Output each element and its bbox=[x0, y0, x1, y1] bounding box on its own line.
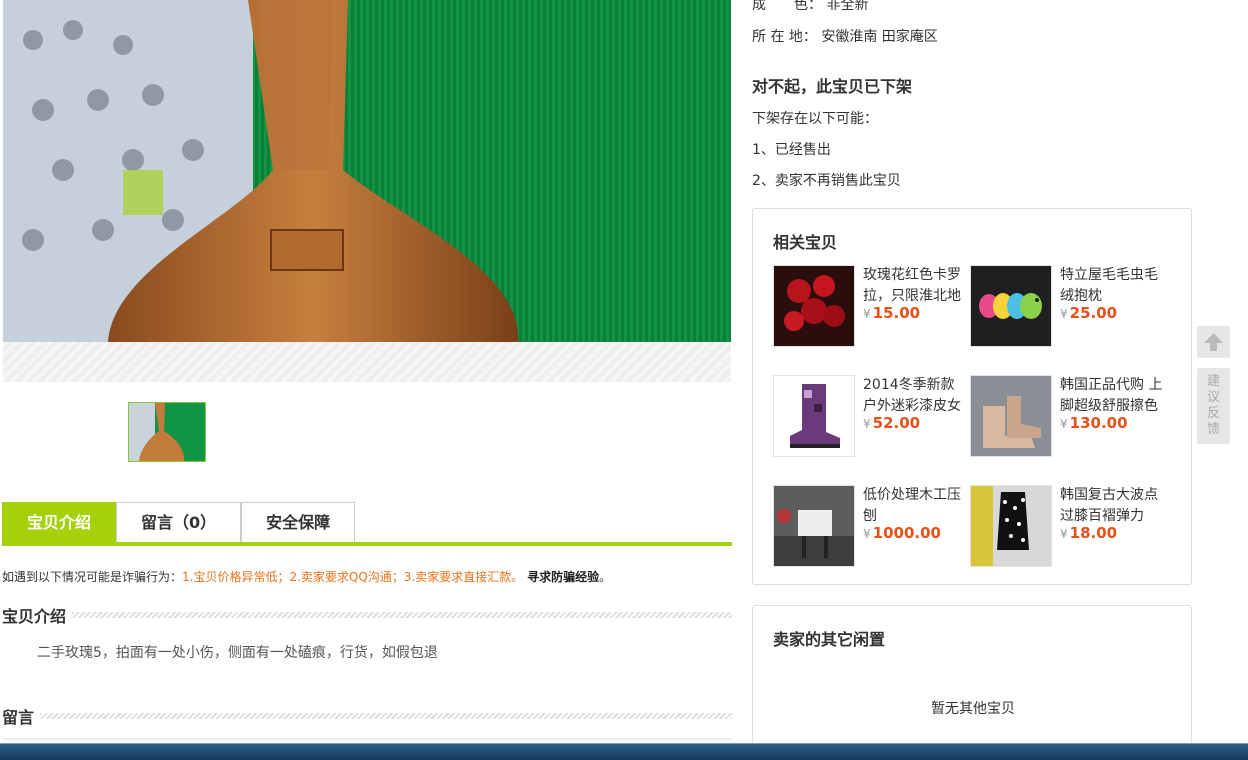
item-image[interactable] bbox=[970, 265, 1052, 347]
tab-description[interactable]: 宝贝介绍 bbox=[2, 502, 117, 542]
seller-other-empty: 暂无其他宝贝 bbox=[931, 701, 1015, 717]
messages-divider bbox=[2, 738, 732, 740]
location-row: 所 在 地： 安徽淮南 田家庵区 bbox=[752, 26, 938, 46]
item-name[interactable]: 玫瑰花红色卡罗拉，只限淮北地 bbox=[863, 265, 967, 307]
os-taskbar bbox=[0, 743, 1248, 760]
item-image[interactable] bbox=[773, 265, 855, 347]
item-image[interactable] bbox=[970, 375, 1052, 457]
product-main-image bbox=[3, 0, 731, 342]
item-image[interactable] bbox=[773, 375, 855, 457]
description-heading-label: 宝贝介绍 bbox=[2, 607, 67, 626]
location-value: 安徽淮南 田家庵区 bbox=[821, 29, 938, 45]
seller-other-title: 卖家的其它闲置 bbox=[773, 630, 886, 649]
item-price: ¥18.00 bbox=[1060, 524, 1118, 542]
related-item[interactable]: 低价处理木工压刨 ¥1000.00 bbox=[773, 485, 969, 567]
item-name[interactable]: 特立屋毛毛虫毛绒抱枕 bbox=[1060, 265, 1164, 307]
offline-title: 对不起，此宝贝已下架 bbox=[752, 77, 913, 96]
messages-heading-label: 留言 bbox=[2, 708, 35, 727]
tab-safety[interactable]: 安全保障 bbox=[241, 502, 356, 542]
fraud-warning-items: 1.宝贝价格异常低；2.卖家要求QQ沟通；3.卖家要求直接汇款。 bbox=[182, 570, 524, 584]
related-item[interactable]: 韩国正品代购 上脚超级舒服擦色 ¥130.00 bbox=[970, 375, 1166, 457]
location-label: 所 在 地： bbox=[752, 29, 817, 45]
heading-divider bbox=[72, 612, 732, 618]
offline-reason: 1、已经售出 bbox=[752, 142, 831, 158]
anti-fraud-link[interactable]: 寻求防骗经验 bbox=[527, 570, 599, 584]
product-thumbnail[interactable] bbox=[128, 402, 206, 462]
item-name[interactable]: 韩国复古大波点 过膝百褶弹力 bbox=[1060, 485, 1164, 527]
item-name[interactable]: 2014冬季新款户外迷彩漆皮女士 bbox=[863, 375, 967, 417]
back-to-top-button[interactable] bbox=[1197, 326, 1230, 358]
tab-messages[interactable]: 留言（0） bbox=[116, 502, 242, 542]
condition-label: 成 色： bbox=[752, 0, 822, 13]
heading-divider bbox=[40, 713, 732, 719]
related-item[interactable]: 玫瑰花红色卡罗拉，只限淮北地 ¥15.00 bbox=[773, 265, 969, 347]
fraud-warning-prefix: 如遇到以下情况可能是诈骗行为： bbox=[2, 570, 183, 584]
item-image[interactable] bbox=[970, 485, 1052, 567]
item-name[interactable]: 韩国正品代购 上脚超级舒服擦色 bbox=[1060, 375, 1164, 417]
feedback-button[interactable]: 建议反馈 bbox=[1197, 368, 1230, 444]
item-price: ¥25.00 bbox=[1060, 304, 1118, 322]
fraud-warning-suffix: 。 bbox=[599, 570, 612, 584]
condition-row: 成 色： 非全新 bbox=[752, 0, 868, 14]
description-text: 二手玫瑰5，拍面有一处小伤，侧面有一处磕痕，行货，如假包退 bbox=[37, 645, 438, 661]
messages-heading: 留言 bbox=[2, 704, 732, 728]
item-price: ¥1000.00 bbox=[863, 524, 941, 542]
image-bottom-pattern bbox=[3, 342, 731, 382]
item-price: ¥52.00 bbox=[863, 414, 921, 432]
arrow-up-icon bbox=[1204, 333, 1223, 351]
item-price: ¥15.00 bbox=[863, 304, 921, 322]
related-item[interactable]: 特立屋毛毛虫毛绒抱枕 ¥25.00 bbox=[970, 265, 1166, 347]
related-items-panel: 相关宝贝 玫瑰花红色卡罗拉，只限淮北地 ¥15.00 特立屋毛毛虫毛绒抱枕 ¥2… bbox=[752, 208, 1192, 585]
offline-subtitle: 下架存在以下可能： bbox=[752, 111, 878, 127]
item-image[interactable] bbox=[773, 485, 855, 567]
related-item[interactable]: 2014冬季新款户外迷彩漆皮女士 ¥52.00 bbox=[773, 375, 969, 457]
condition-value: 非全新 bbox=[826, 0, 869, 13]
offline-reason: 2、卖家不再销售此宝贝 bbox=[752, 173, 901, 189]
fraud-warning: 如遇到以下情况可能是诈骗行为：1.宝贝价格异常低；2.卖家要求QQ沟通；3.卖家… bbox=[2, 568, 611, 585]
related-items-title: 相关宝贝 bbox=[773, 233, 838, 252]
description-heading: 宝贝介绍 bbox=[2, 603, 732, 627]
item-price: ¥130.00 bbox=[1060, 414, 1128, 432]
seller-other-items-panel: 卖家的其它闲置 暂无其他宝贝 bbox=[752, 605, 1192, 755]
item-name[interactable]: 低价处理木工压刨 bbox=[863, 485, 967, 527]
related-item[interactable]: 韩国复古大波点 过膝百褶弹力 ¥18.00 bbox=[970, 485, 1166, 567]
detail-tabs: 宝贝介绍 留言（0） 安全保障 bbox=[2, 502, 732, 546]
